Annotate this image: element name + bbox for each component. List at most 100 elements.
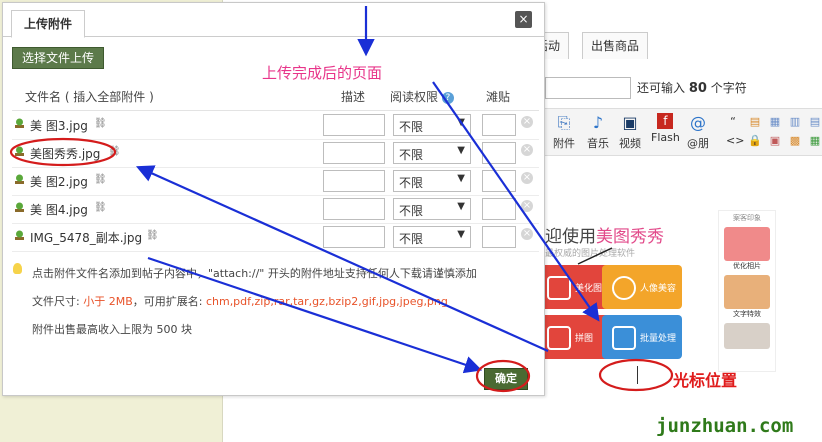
link-icon[interactable]: ⛓: [94, 118, 107, 129]
side-image-3: [724, 323, 770, 349]
delete-icon[interactable]: ×: [521, 116, 533, 128]
permission-select[interactable]: 不限 ▼: [393, 198, 471, 220]
file-row: IMG_5478_副本.jpg ⛓ 不限 ▼ ×: [12, 223, 539, 252]
toolbar-attachment[interactable]: ⎘ 附件: [553, 113, 575, 151]
column-filename[interactable]: 文件名 ( 插入全部附件 ): [25, 88, 154, 105]
permission-select[interactable]: 不限 ▼: [393, 142, 471, 164]
link-icon[interactable]: ⛓: [94, 174, 107, 185]
price-input[interactable]: [482, 142, 516, 164]
list-icon[interactable]: ▤: [808, 115, 822, 129]
tile-batch: 批量处理: [602, 315, 682, 359]
table-icon[interactable]: ▤: [748, 115, 762, 129]
price-input[interactable]: [482, 198, 516, 220]
delete-icon[interactable]: ×: [521, 144, 533, 156]
permission-value: 不限: [399, 176, 424, 190]
column-permission-label: 阅读权限: [390, 90, 439, 104]
tab-upload-attachment[interactable]: 上传附件: [11, 10, 86, 38]
file-row: 美图秀秀.jpg ⛓ 不限 ▼ ×: [12, 139, 539, 168]
delete-icon[interactable]: ×: [521, 200, 533, 212]
permission-select[interactable]: 不限 ▼: [393, 226, 471, 248]
dropdown-arrow-icon: ▼: [457, 145, 465, 156]
side-panel-title: 案客印象: [733, 214, 761, 222]
dropdown-arrow-icon: ▼: [457, 229, 465, 240]
tile-collage-label: 拼图: [575, 334, 594, 344]
description-input[interactable]: [323, 142, 385, 164]
attachment-icon: ⎘: [557, 113, 571, 132]
music-icon: ♪: [592, 113, 604, 132]
toolbar-flash[interactable]: f Flash: [651, 113, 680, 144]
remaining-count: 80: [688, 81, 707, 96]
permission-value: 不限: [399, 148, 424, 162]
remaining-suffix: 个字符: [710, 81, 747, 95]
confirm-button[interactable]: 确定: [484, 368, 528, 390]
note-sell-limit: 附件出售最高收入上限为 500 块: [32, 323, 192, 336]
delete-icon[interactable]: ×: [521, 228, 533, 240]
dropdown-arrow-icon: ▼: [457, 117, 465, 128]
note-file-size: 文件尺寸: 小于 2MB，可用扩展名: chm,pdf,zip,rar,tar,…: [32, 293, 448, 309]
layout-icon[interactable]: ▥: [788, 115, 802, 129]
side-label-1: 优化相片: [733, 262, 761, 270]
side-image-1: [724, 227, 770, 261]
file-name-link[interactable]: IMG_5478_副本.jpg: [30, 229, 142, 246]
file-name-link[interactable]: 美 图2.jpg: [30, 173, 88, 190]
link-icon[interactable]: ⛓: [146, 230, 159, 241]
link-icon[interactable]: ⛓: [94, 202, 107, 213]
file-row: 美 图4.jpg ⛓ 不限 ▼ ×: [12, 195, 539, 224]
permission-value: 不限: [399, 204, 424, 218]
description-input[interactable]: [323, 198, 385, 220]
help-icon[interactable]: ?: [441, 91, 454, 104]
ext-label: ，可用扩展名:: [132, 295, 206, 308]
promo-title-a: 迎使用: [545, 227, 596, 247]
batch-icon: [612, 326, 636, 350]
annotation-cursor-position: 光标位置: [673, 371, 738, 390]
lock-icon[interactable]: 🔒: [748, 134, 762, 148]
file-name-link[interactable]: 美 图4.jpg: [30, 201, 88, 218]
toolbar-video[interactable]: ▣ 视频: [619, 113, 641, 151]
description-input[interactable]: [323, 170, 385, 192]
toolbar-attachment-label: 附件: [553, 137, 575, 150]
grid-icon[interactable]: ▦: [768, 115, 782, 129]
tab-sell-goods[interactable]: 出售商品: [582, 32, 649, 59]
ext-value: chm,pdf,zip,rar,tar,gz,bzip2,gif,jpg,jpe…: [205, 295, 448, 308]
close-button[interactable]: ×: [515, 11, 532, 28]
lightbulb-icon: [13, 263, 22, 274]
promo-subtitle: 最权威的图片处理软件: [545, 249, 636, 259]
tile-batch-label: 批量处理: [640, 334, 677, 344]
image-file-icon: [15, 202, 24, 212]
money-icon[interactable]: ▦: [808, 134, 822, 148]
size-value: 小于 2MB: [83, 295, 133, 308]
permission-select[interactable]: 不限 ▼: [393, 170, 471, 192]
toolbar-at[interactable]: @ @朋: [687, 113, 709, 151]
gift-icon[interactable]: ▩: [788, 134, 802, 148]
annotation-upload-done: 上传完成后的页面: [262, 64, 383, 82]
delete-icon[interactable]: ×: [521, 172, 533, 184]
text-cursor: [637, 366, 638, 384]
flash-icon: f: [657, 113, 674, 129]
description-input[interactable]: [323, 114, 385, 136]
note-attach-hint: 点击附件文件名添加到帖子内容中，"attach://" 开头的附件地址支持任何人…: [32, 267, 477, 280]
permission-select[interactable]: 不限 ▼: [393, 114, 471, 136]
title-input[interactable]: [545, 77, 631, 99]
code-icon[interactable]: <>: [726, 134, 744, 148]
tile-portrait: 人像美容: [602, 265, 682, 309]
at-icon: @: [690, 113, 706, 132]
editor-content-image: 迎使用美图秀秀 最权威的图片处理软件 美化图片 人像美容 拼图 批量处理: [537, 210, 695, 360]
promo-title: 迎使用美图秀秀: [545, 222, 664, 247]
quote-icon[interactable]: “: [726, 115, 740, 129]
price-input[interactable]: [482, 114, 516, 136]
link-icon[interactable]: ⛓: [108, 146, 121, 157]
collage-icon: [547, 326, 571, 350]
description-input[interactable]: [323, 226, 385, 248]
box-icon[interactable]: ▣: [768, 134, 782, 148]
price-input[interactable]: [482, 226, 516, 248]
image-file-icon: [15, 230, 24, 240]
select-file-upload-button[interactable]: 选择文件上传: [12, 47, 105, 69]
editor-toolbar: ⎘ 附件 ♪ 音乐 ▣ 视频 f Flash @ @朋 “ <> ▤ 🔒 ▦ ▣…: [545, 108, 822, 156]
file-name-link[interactable]: 美图秀秀.jpg: [30, 145, 100, 162]
toolbar-music[interactable]: ♪ 音乐: [587, 113, 609, 151]
picture-icon: [547, 276, 571, 300]
price-input[interactable]: [482, 170, 516, 192]
watermark: junzhuan.com: [656, 415, 794, 437]
file-name-link[interactable]: 美 图3.jpg: [30, 117, 88, 134]
column-price: 滩贴: [486, 90, 511, 104]
